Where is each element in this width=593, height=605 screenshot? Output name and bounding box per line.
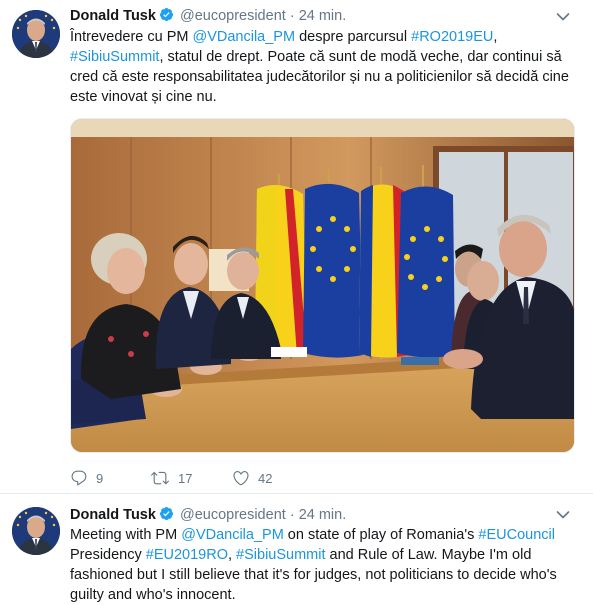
author-handle[interactable]: @eucopresident (180, 507, 286, 523)
tweet-photo[interactable] (70, 118, 575, 453)
tweet-text-segment: Meeting with PM (70, 527, 182, 543)
tweet-text-segment: , (493, 29, 498, 45)
tweet-text-segment: Întrevedere cu PM (70, 29, 193, 45)
caret-down-icon[interactable] (555, 9, 571, 25)
tweet-actions: 9 17 42 (70, 466, 370, 490)
like-count: 42 (258, 470, 273, 486)
hashtag-link[interactable]: #RO2019EU (411, 29, 493, 45)
verified-badge-icon (159, 7, 174, 27)
mention-link[interactable]: @VDancila_PM (181, 527, 284, 543)
hashtag-link[interactable]: #EUCouncil (478, 527, 555, 543)
separator: · (289, 507, 295, 523)
reply-button[interactable]: 9 (70, 466, 103, 490)
verified-badge-icon (159, 506, 174, 526)
like-button[interactable]: 42 (232, 466, 272, 490)
timestamp[interactable]: 24 min. (299, 8, 347, 24)
tweet-text-segment: Presidency (70, 547, 146, 563)
tweet-text: Întrevedere cu PM @VDancila_PM despre pa… (70, 27, 570, 107)
tweet-header: Donald Tusk @eucopresident · 24 min. (70, 506, 346, 526)
tweet-2[interactable]: Donald Tusk @eucopresident · 24 min. Mee… (0, 494, 593, 604)
tweet-text-segment: on state of play of Romania's (283, 527, 479, 543)
timestamp[interactable]: 24 min. (299, 507, 347, 523)
like-icon (233, 471, 249, 486)
hashtag-link[interactable]: #SibiuSummit (70, 49, 159, 65)
mention-link[interactable]: @VDancila_PM (193, 29, 296, 45)
tweet-text: Meeting with PM @VDancila_PM on state of… (70, 525, 570, 605)
reply-count: 9 (96, 470, 104, 486)
hashtag-link[interactable]: #EU2019RO (146, 547, 228, 563)
retweet-button[interactable]: 17 (150, 466, 192, 490)
author-handle[interactable]: @eucopresident (180, 8, 286, 24)
tweet-text-segment: despre parcursul (295, 29, 412, 45)
avatar[interactable] (12, 507, 60, 555)
tweet-1[interactable]: Donald Tusk @eucopresident · 24 min. Înt… (0, 0, 593, 493)
tweet-text-segment: , (227, 547, 237, 563)
author-name[interactable]: Donald Tusk (70, 8, 156, 24)
avatar[interactable] (12, 10, 60, 58)
reply-icon (71, 470, 87, 486)
retweet-count: 17 (178, 470, 193, 486)
caret-down-icon[interactable] (555, 507, 571, 523)
separator: · (289, 8, 295, 24)
hashtag-link[interactable]: #SibiuSummit (236, 547, 325, 563)
tweet-header: Donald Tusk @eucopresident · 24 min. (70, 7, 346, 27)
retweet-icon (151, 471, 169, 485)
author-name[interactable]: Donald Tusk (70, 507, 156, 523)
